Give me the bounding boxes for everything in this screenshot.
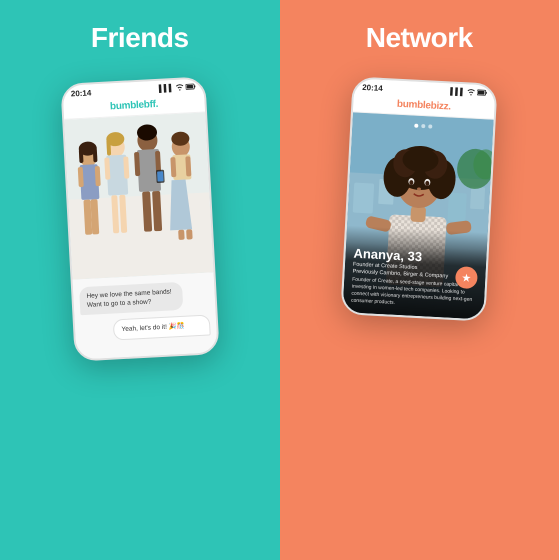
- network-phone: 20:14 ▌▌▌ bumblebizz.: [340, 76, 497, 321]
- chat-message-right: Yeah, let's do it! 🎉🎊: [113, 315, 211, 341]
- friends-status-icons: ▌▌▌: [159, 83, 196, 94]
- dot-2: [420, 124, 424, 128]
- dot-1: [413, 124, 417, 128]
- wifi-icon: [176, 84, 184, 93]
- network-title: Network: [366, 22, 473, 54]
- friends-phone: 20:14 ▌▌▌ bumblebff.: [61, 76, 220, 361]
- bff-photo: [64, 112, 213, 279]
- bff-logo: bumblebff.: [64, 96, 205, 114]
- biz-profile-area: Ananya, 33 Founder at Create Studios Pre…: [342, 112, 493, 319]
- dot-3: [427, 124, 431, 128]
- friends-title: Friends: [91, 22, 189, 54]
- network-time: 20:14: [362, 83, 383, 93]
- battery-icon: [186, 83, 196, 93]
- signal-icon: ▌▌▌: [159, 85, 174, 93]
- biz-logo: bumblebizz.: [353, 96, 494, 114]
- women-group: [64, 112, 213, 279]
- network-panel: Network 20:14 ▌▌▌ bumblebizz.: [280, 0, 559, 560]
- network-wifi-icon: [467, 88, 475, 97]
- friends-panel: Friends 20:14 ▌▌▌ bumblebff.: [0, 0, 280, 560]
- network-battery-icon: [477, 89, 487, 99]
- network-status-icons: ▌▌▌: [450, 87, 487, 98]
- bff-chat-area: Hey we love the same bands! Want to go t…: [73, 272, 218, 359]
- friends-time: 20:14: [71, 88, 92, 98]
- network-signal-icon: ▌▌▌: [450, 88, 465, 96]
- chat-message-left: Hey we love the same bands! Want to go t…: [79, 282, 184, 316]
